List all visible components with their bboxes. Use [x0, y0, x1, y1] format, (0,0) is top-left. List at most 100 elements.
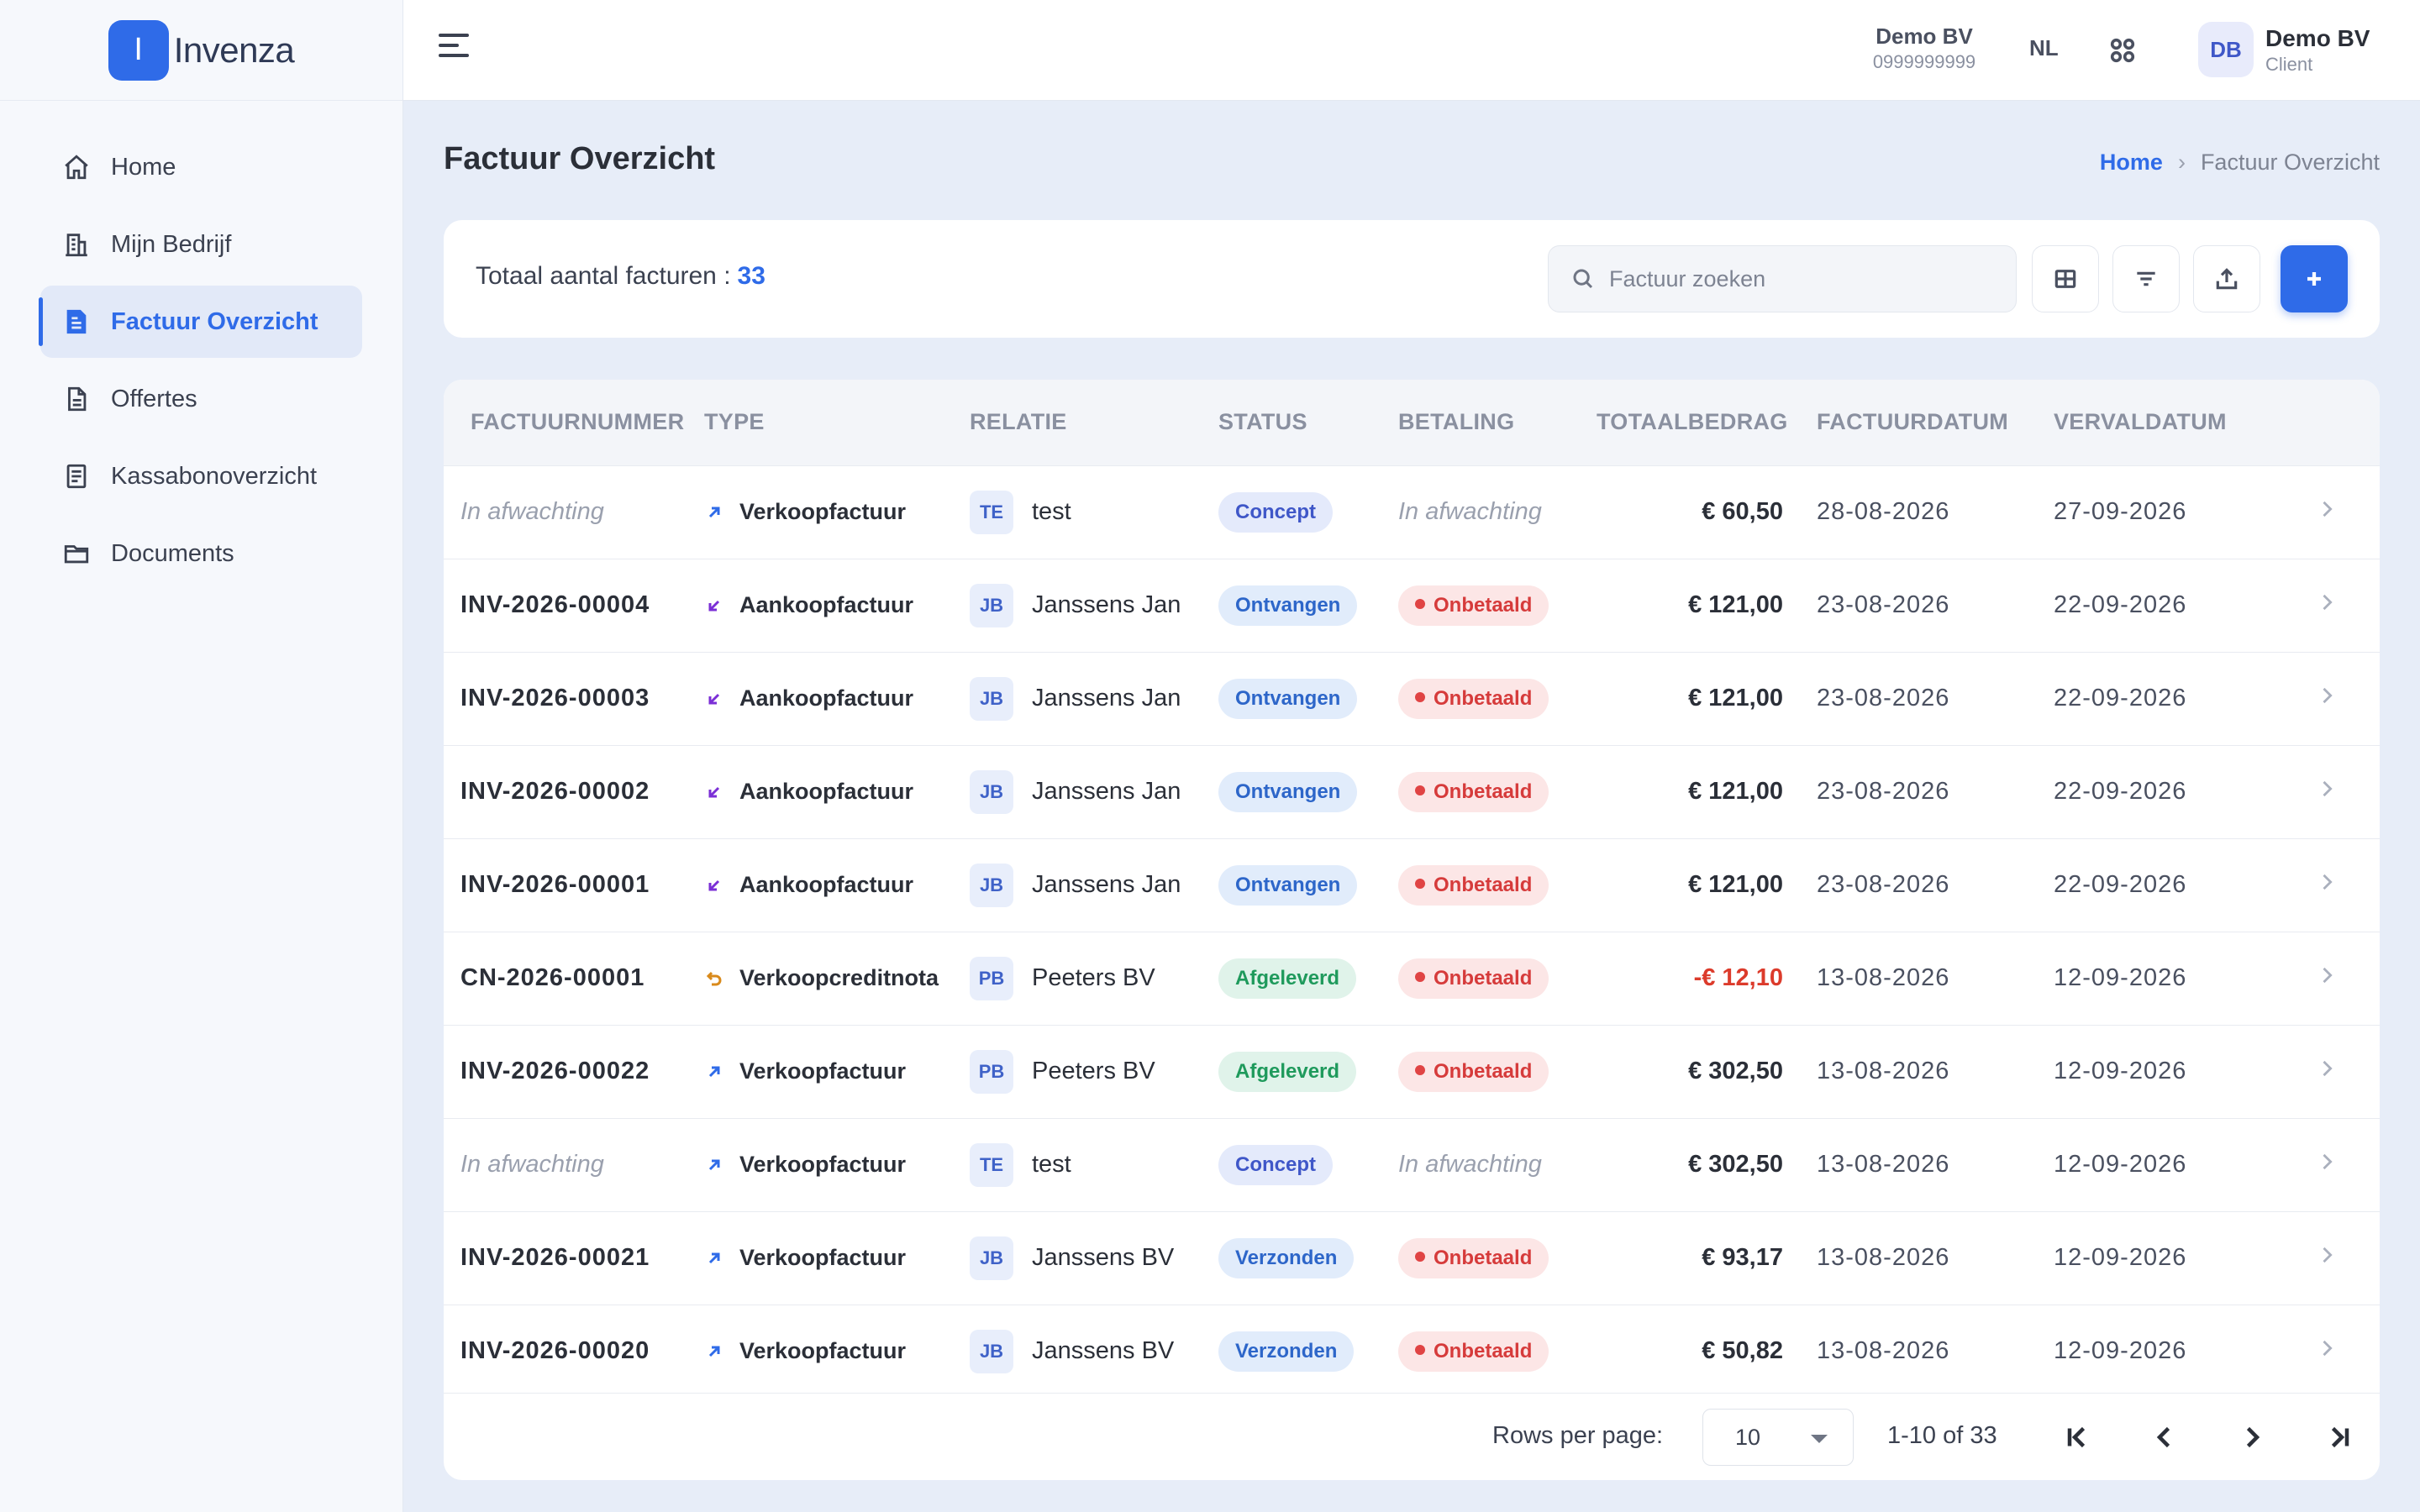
- table-row[interactable]: In afwachting Verkoopfactuur TE test Concept…: [444, 465, 2380, 559]
- chevron-right-icon[interactable]: [2315, 966, 2338, 993]
- column-header-vervaldatum[interactable]: VERVALDATUM: [2054, 380, 2274, 465]
- pagination: Rows per page: 10 1-10 of 33: [444, 1393, 2380, 1480]
- language-switcher[interactable]: NL: [2029, 35, 2059, 61]
- relation-name: Janssens Jan: [1032, 685, 1181, 711]
- invoice-date: 13-08-2026: [1817, 1151, 1950, 1178]
- chevron-right-icon[interactable]: [2315, 686, 2338, 713]
- invoice-table: FACTUURNUMMER TYPE RELATIE STATUS BETALI…: [444, 380, 2380, 1398]
- add-invoice-button[interactable]: [2281, 245, 2348, 312]
- invoice-number: INV-2026-00002: [460, 778, 650, 805]
- arrow-up-right-icon: [704, 1248, 724, 1268]
- invoice-type-label: Verkoopcreditnota: [739, 965, 939, 990]
- avatar[interactable]: DB: [2198, 22, 2254, 77]
- table-row[interactable]: INV-2026-00001 Aankoopfactuur JB Janssens J…: [444, 838, 2380, 932]
- sidebar-item-kassabonoverzicht[interactable]: Kassabonoverzicht: [40, 440, 362, 512]
- caret-down-icon: [1811, 1435, 1828, 1443]
- next-page-button[interactable]: [2232, 1417, 2272, 1457]
- total-amount: € 121,00: [1688, 871, 1783, 898]
- payment-pending: In afwachting: [1398, 498, 1542, 525]
- arrow-down-left-icon: [704, 596, 724, 616]
- company-switcher[interactable]: Demo BV 0999999999: [1865, 24, 1983, 73]
- table-row[interactable]: INV-2026-00020 Verkoopfactuur JB Janssens B…: [444, 1305, 2380, 1398]
- table-row[interactable]: CN-2026-00001 Verkoopcreditnota PB Peeters …: [444, 932, 2380, 1025]
- payment-badge: Onbetaald: [1398, 1237, 1549, 1278]
- table-row[interactable]: INV-2026-00003 Aankoopfactuur JB Janssens J…: [444, 652, 2380, 745]
- breadcrumb: Home › Factuur Overzicht: [2100, 150, 2380, 176]
- due-date: 12-09-2026: [2054, 1058, 2187, 1084]
- sidebar-item-home[interactable]: Home: [40, 131, 362, 203]
- invoice-date: 13-08-2026: [1817, 1337, 1950, 1365]
- total-amount: € 302,50: [1688, 1151, 1783, 1178]
- invoice-date: 23-08-2026: [1817, 685, 1950, 711]
- user-menu[interactable]: Demo BV Client: [2265, 25, 2370, 76]
- table-row[interactable]: INV-2026-00002 Aankoopfactuur JB Janssens J…: [444, 745, 2380, 838]
- table-row[interactable]: INV-2026-00021 Verkoopfactuur JB Janssens B…: [444, 1211, 2380, 1305]
- invoice-date: 28-08-2026: [1817, 498, 1950, 525]
- invoice-rows: In afwachting Verkoopfactuur TE test Concept…: [444, 465, 2380, 1398]
- chevron-right-icon[interactable]: [2315, 1152, 2338, 1179]
- chevron-right-icon[interactable]: [2315, 500, 2338, 527]
- chevron-right-icon[interactable]: [2315, 873, 2338, 900]
- sidebar-item-factuur-overzicht[interactable]: Factuur Overzicht: [39, 286, 362, 358]
- payment-badge: Onbetaald: [1398, 1051, 1549, 1092]
- brand-logo: I: [108, 19, 169, 81]
- relation-name: Peeters BV: [1032, 964, 1155, 991]
- status-badge: Afgeleverd: [1218, 958, 1357, 999]
- rows-per-page-select[interactable]: 10: [1702, 1409, 1854, 1466]
- arrow-down-left-icon: [704, 782, 724, 802]
- table-row[interactable]: INV-2026-00004 Aankoopfactuur JB Janssens J…: [444, 559, 2380, 652]
- menu-toggle-icon[interactable]: [439, 34, 472, 67]
- column-header-status[interactable]: STATUS: [1218, 380, 1398, 465]
- column-layout-button[interactable]: [2032, 245, 2099, 312]
- chevron-right-icon[interactable]: [2315, 593, 2338, 620]
- table-row[interactable]: In afwachting Verkoopfactuur TE test Concept…: [444, 1118, 2380, 1211]
- invoice-date: 13-08-2026: [1817, 1244, 1950, 1271]
- invoice-date: 23-08-2026: [1817, 591, 1950, 618]
- apps-grid-icon[interactable]: [2107, 35, 2138, 66]
- column-header-betaling[interactable]: BETALING: [1398, 380, 1597, 465]
- invoice-date: 23-08-2026: [1817, 778, 1950, 805]
- filter-button[interactable]: [2112, 245, 2180, 312]
- sidebar-item-mijn-bedrijf[interactable]: Mijn Bedrijf: [40, 208, 362, 281]
- sidebar-item-label: Documents: [111, 539, 234, 567]
- first-page-button[interactable]: [2057, 1417, 2097, 1457]
- invoice-type: Aankoopfactuur: [704, 685, 970, 711]
- column-header-factuurnummer[interactable]: FACTUURNUMMER: [444, 380, 704, 465]
- previous-page-button[interactable]: [2144, 1417, 2185, 1457]
- chevron-right-icon[interactable]: [2315, 1339, 2338, 1366]
- chevron-right-icon[interactable]: [2315, 1246, 2338, 1273]
- relation-avatar: JB: [970, 676, 1013, 721]
- table-row[interactable]: INV-2026-00022 Verkoopfactuur PB Peeters BV…: [444, 1025, 2380, 1118]
- invoice-type: Aankoopfactuur: [704, 872, 970, 898]
- arrow-down-left-icon: [704, 689, 724, 709]
- company-name: Demo BV: [1876, 24, 1973, 49]
- export-button[interactable]: [2193, 245, 2260, 312]
- search-icon: [1573, 269, 1593, 289]
- chevron-right-icon[interactable]: [2315, 1059, 2338, 1086]
- sidebar-item-documents[interactable]: Documents: [40, 517, 362, 590]
- brand[interactable]: I Invenza: [0, 0, 402, 101]
- column-header-relatie[interactable]: RELATIE: [970, 380, 1218, 465]
- breadcrumb-home-link[interactable]: Home: [2100, 150, 2163, 176]
- pagination-range: 1-10 of 33: [1887, 1422, 1997, 1449]
- column-header-factuurdatum[interactable]: FACTUURDATUM: [1817, 380, 2054, 465]
- sidebar-item-label: Kassabonoverzicht: [111, 462, 318, 490]
- status-badge: Ontvangen: [1218, 678, 1358, 719]
- relation: TE test: [970, 490, 1218, 534]
- status-badge: Verzonden: [1218, 1331, 1355, 1372]
- relation-avatar: JB: [970, 583, 1013, 627]
- column-header-type[interactable]: TYPE: [704, 380, 970, 465]
- invoice-table-card: FACTUURNUMMER TYPE RELATIE STATUS BETALI…: [444, 380, 2380, 1480]
- relation: JB Janssens BV: [970, 1329, 1218, 1373]
- status-badge: Concept: [1218, 1144, 1333, 1185]
- relation: JB Janssens Jan: [970, 769, 1218, 814]
- sidebar-item-label: Mijn Bedrijf: [111, 230, 232, 258]
- relation-avatar: PB: [970, 956, 1013, 1000]
- relation-name: test: [1032, 498, 1071, 525]
- last-page-button[interactable]: [2319, 1417, 2360, 1457]
- chevron-right-icon[interactable]: [2315, 780, 2338, 806]
- column-header-totaalbedrag[interactable]: TOTAALBEDRAG: [1597, 380, 1817, 465]
- first-page-icon: [2067, 1426, 2086, 1448]
- sidebar-item-offertes[interactable]: Offertes: [40, 363, 362, 435]
- search-input[interactable]: [1609, 265, 1996, 292]
